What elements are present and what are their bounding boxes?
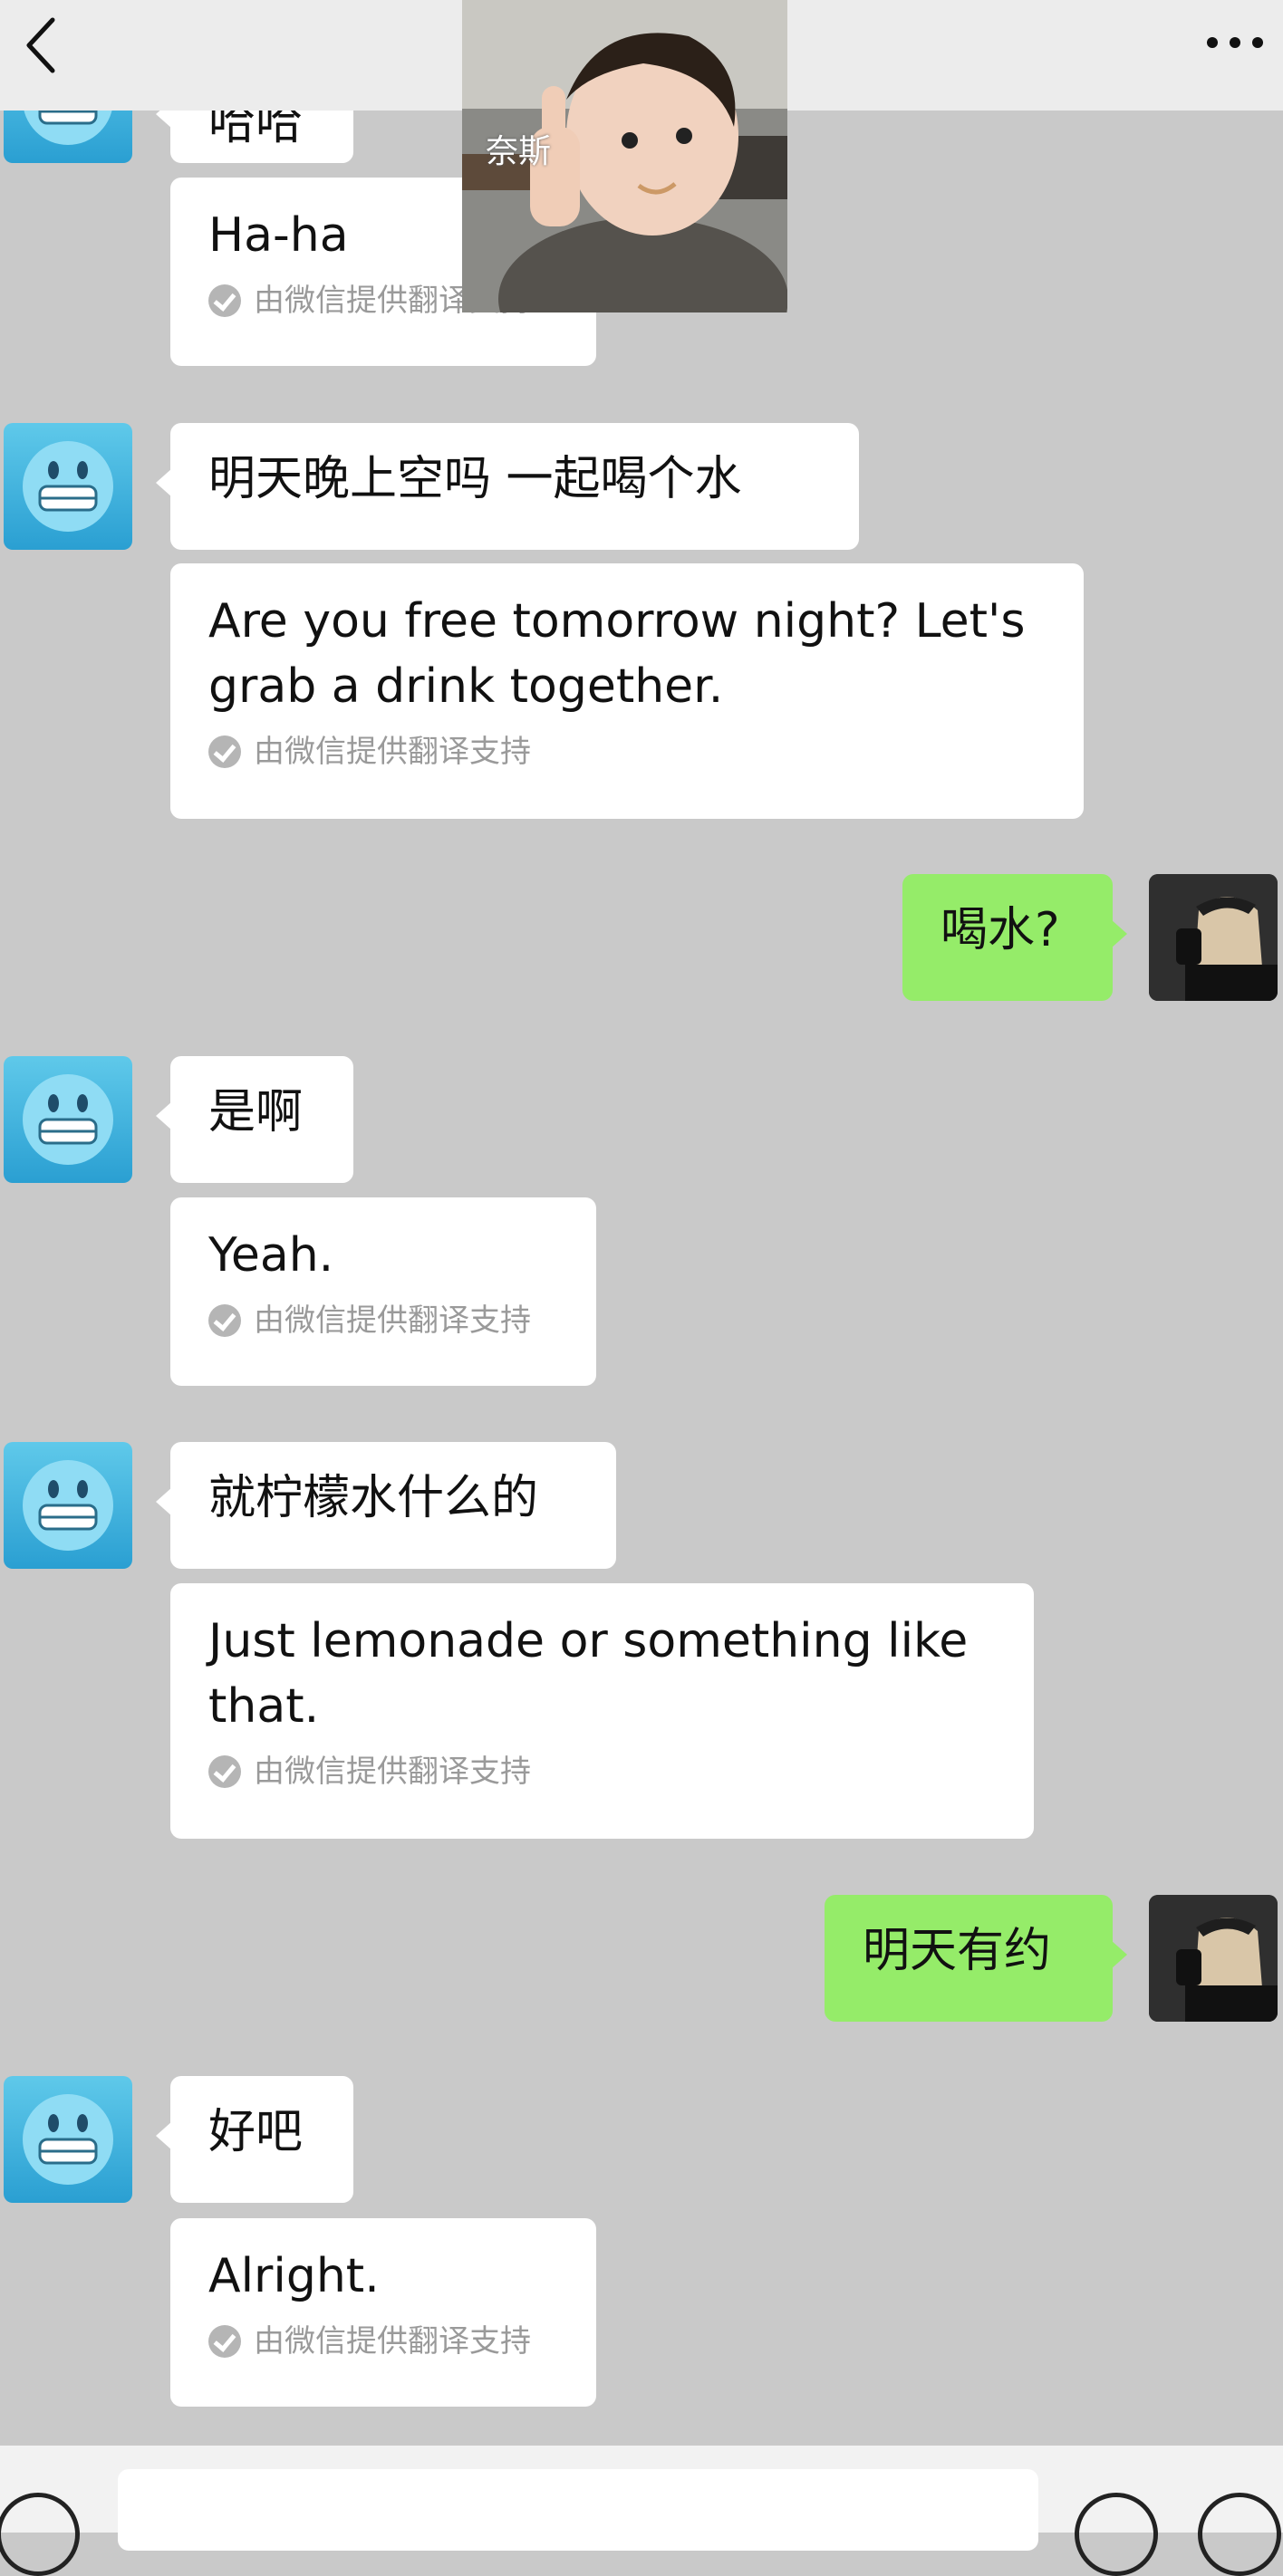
voice-input-icon[interactable] <box>0 2493 80 2576</box>
incoming-message-bubble[interactable]: 就柠檬水什么的 <box>156 1442 616 1569</box>
message-text: 好吧 <box>208 2105 304 2159</box>
check-circle-icon <box>208 735 241 768</box>
ellipsis-icon[interactable] <box>1203 20 1267 65</box>
check-circle-icon <box>208 2325 241 2358</box>
incoming-message-bubble[interactable]: 好吧 <box>156 2076 353 2203</box>
translation-bubble[interactable]: Are you free tomorrow night? Let's grab … <box>170 563 1084 819</box>
translation-credit-text: 由微信提供翻译支持 <box>254 1302 531 1339</box>
cold-face-emoji-icon <box>23 1074 113 1165</box>
chevron-left-icon[interactable] <box>16 13 71 76</box>
translated-text: Are you free tomorrow night? Let's grab … <box>208 594 1026 714</box>
add-more-icon[interactable] <box>1198 2493 1281 2576</box>
user-avatar[interactable] <box>1149 1895 1278 2022</box>
profile-photo <box>1149 1895 1278 2022</box>
translation-credit-text: 由微信提供翻译支持 <box>254 1754 531 1790</box>
cold-face-emoji-icon <box>23 2094 113 2185</box>
translation-bubble[interactable]: Just lemonade or something like that. 由微… <box>170 1583 1034 1839</box>
emoji-icon[interactable] <box>1075 2493 1158 2576</box>
check-circle-icon <box>208 1755 241 1788</box>
sticker-image[interactable]: 奈斯 <box>462 0 787 312</box>
translation-bubble[interactable]: Alright. 由微信提供翻译支持 <box>170 2218 596 2407</box>
incoming-message-bubble[interactable]: 是啊 <box>156 1056 353 1183</box>
message-text: 明天晚上空吗 一起喝个水 <box>208 452 742 506</box>
translation-credit-text: 由微信提供翻译支持 <box>254 734 531 770</box>
check-circle-icon <box>208 1304 241 1337</box>
contact-avatar[interactable] <box>4 1442 132 1569</box>
contact-avatar[interactable] <box>4 2076 132 2203</box>
cold-face-emoji-icon <box>23 441 113 532</box>
check-circle-icon <box>208 284 241 317</box>
bottom-input-bar <box>0 2446 1283 2576</box>
outgoing-message-bubble[interactable]: 明天有约 <box>825 1895 1127 2022</box>
translated-text: Alright. <box>208 2249 380 2303</box>
translation-credit-text: 由微信提供翻译支持 <box>254 2323 531 2360</box>
message-input[interactable] <box>118 2469 1038 2551</box>
translation-bubble[interactable]: Yeah. 由微信提供翻译支持 <box>170 1197 596 1386</box>
message-text: 就柠檬水什么的 <box>208 1471 539 1525</box>
translation-credit: 由微信提供翻译支持 <box>208 732 1046 772</box>
translated-text: Yeah. <box>208 1228 334 1283</box>
user-avatar[interactable] <box>1149 874 1278 1001</box>
message-text: 明天有约 <box>863 1924 1052 1978</box>
cold-face-emoji-icon <box>23 1460 113 1551</box>
outgoing-message-bubble[interactable]: 喝水? <box>902 874 1127 1001</box>
contact-avatar[interactable] <box>4 1056 132 1183</box>
translated-text: Just lemonade or something like that. <box>208 1614 969 1734</box>
incoming-message-bubble[interactable]: 明天晚上空吗 一起喝个水 <box>156 423 859 550</box>
chat-area[interactable]: 奈斯 哈哈 Ha-ha 由微信提供翻译支持 明天晚上空吗 一起喝个水 Are y… <box>0 0 1283 2576</box>
contact-avatar[interactable] <box>4 423 132 550</box>
message-text: 是啊 <box>208 1085 304 1139</box>
translation-credit: 由微信提供翻译支持 <box>208 1752 996 1792</box>
sticker-caption: 奈斯 <box>486 133 552 170</box>
message-text: 喝水? <box>941 903 1060 957</box>
translation-credit: 由微信提供翻译支持 <box>208 2321 558 2361</box>
profile-photo <box>1149 874 1278 1001</box>
translation-credit: 由微信提供翻译支持 <box>208 1301 558 1341</box>
